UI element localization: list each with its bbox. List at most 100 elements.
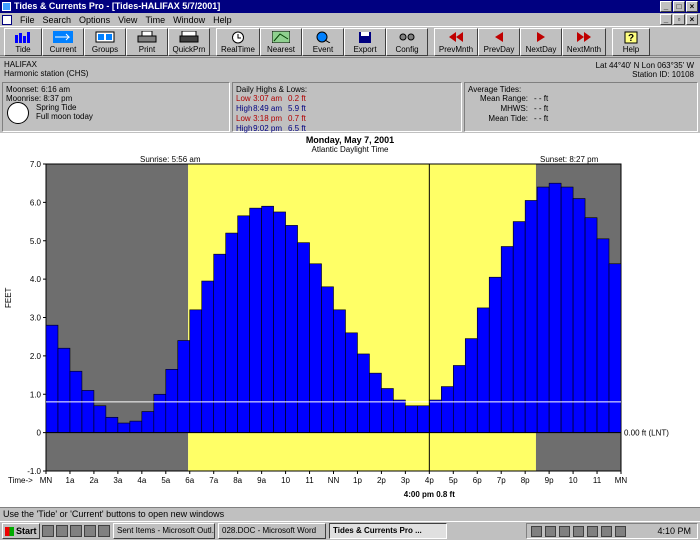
prevmnth-button-label: PrevMnth	[438, 45, 474, 54]
maximize-button[interactable]: □	[673, 1, 685, 12]
mean-range-label: Mean Range:	[479, 94, 528, 103]
moon-phase-text: Full moon today	[36, 112, 93, 121]
tide-button[interactable]: Tide	[4, 28, 42, 56]
tide-bar	[93, 405, 107, 433]
tide-bar	[572, 198, 586, 433]
average-tides-heading: Average Tides:	[468, 85, 522, 94]
y-tick-label: 0	[37, 429, 42, 438]
row-time: 3:18 pm	[253, 114, 282, 123]
tide-bar	[476, 307, 490, 433]
y-tick-label: 5.0	[30, 237, 42, 246]
x-tick-label: MN	[615, 476, 628, 485]
tide-bar	[333, 309, 346, 433]
task-outlook[interactable]: Sent Items - Microsoft Outl...	[113, 523, 215, 539]
config-button[interactable]: Config	[386, 28, 428, 56]
current-reading-label: 4:00 pm 0.8 ft	[404, 490, 455, 499]
tray-icon[interactable]	[601, 525, 612, 537]
row-value: 5.9 ft	[288, 104, 306, 113]
current-button[interactable]: Current	[42, 28, 84, 56]
tray-icon[interactable]	[573, 525, 584, 537]
tide-bar	[153, 393, 167, 433]
close-button[interactable]: ×	[686, 1, 698, 12]
menu-file[interactable]: File	[16, 15, 39, 25]
menu-time[interactable]: Time	[141, 15, 169, 25]
quicklaunch-app-icon[interactable]	[84, 525, 96, 537]
question-icon: ?	[620, 30, 642, 44]
document-window-controls: _ ▫ ×	[660, 14, 698, 25]
x-tick-label: 2a	[89, 476, 98, 485]
quickprn-button[interactable]: QuickPrn	[168, 28, 210, 56]
event-button[interactable]: Event	[302, 28, 344, 56]
windows-logo-icon	[5, 526, 14, 536]
row-time: 3:07 am	[253, 94, 282, 103]
tide-type-text: Spring Tide	[36, 103, 77, 112]
moon-phase-icon	[7, 102, 29, 124]
row-type: Low	[236, 114, 251, 123]
realtime-button[interactable]: RealTime	[216, 28, 260, 56]
tide-bar	[45, 324, 59, 433]
doc-minimize-button[interactable]: _	[660, 14, 672, 25]
document-icon[interactable]	[2, 14, 12, 25]
help-button[interactable]: ? Help	[612, 28, 650, 56]
tide-button-label: Tide	[15, 45, 31, 54]
tray-icon[interactable]	[531, 525, 542, 537]
right-arrow-icon	[530, 30, 552, 44]
tide-bar	[524, 200, 538, 433]
tide-bar	[596, 238, 610, 433]
nextmnth-button[interactable]: NextMnth	[562, 28, 606, 56]
menu-window[interactable]: Window	[169, 15, 209, 25]
tide-icon	[12, 30, 34, 44]
mean-tide-label: Mean Tide:	[488, 114, 528, 123]
tide-bar	[488, 276, 502, 433]
export-button[interactable]: Export	[344, 28, 386, 56]
x-tick-label: 5a	[161, 476, 170, 485]
tray-icon[interactable]	[587, 525, 598, 537]
x-axis-label: Time->	[8, 476, 33, 485]
menu-view[interactable]: View	[114, 15, 141, 25]
help-button-label: Help	[622, 45, 640, 54]
y-tick-label: 1.0	[30, 390, 42, 399]
prevday-button[interactable]: PrevDay	[478, 28, 520, 56]
window-controls: _ □ ×	[660, 1, 698, 12]
mean-range-row: Mean Range: - - ft	[468, 94, 694, 104]
highs-lows-row: Low 3:18 pm 0.7 ft	[236, 114, 458, 124]
quicklaunch-outlook-icon[interactable]	[56, 525, 68, 537]
tray-icon[interactable]	[545, 525, 556, 537]
doc-close-button[interactable]: ×	[686, 14, 698, 25]
y-tick-label: 3.0	[30, 314, 42, 323]
station-latlon: Lat 44°40' N Lon 063°35' W	[595, 61, 694, 70]
prevmnth-button[interactable]: PrevMnth	[434, 28, 478, 56]
prevday-button-label: PrevDay	[483, 45, 515, 54]
tray-icon[interactable]	[615, 525, 626, 537]
nextday-button-label: NextDay	[525, 45, 557, 54]
groups-button[interactable]: Groups	[84, 28, 126, 56]
tide-bar	[309, 263, 322, 433]
nearest-button[interactable]: Nearest	[260, 28, 302, 56]
task-word[interactable]: 028.DOC - Microsoft Word	[218, 523, 326, 539]
tide-bar	[201, 280, 215, 433]
minimize-button[interactable]: _	[660, 1, 672, 12]
nextday-button[interactable]: NextDay	[520, 28, 562, 56]
quicklaunch-ie-icon[interactable]	[42, 525, 54, 537]
x-tick-label: 8a	[233, 476, 242, 485]
tide-bar	[177, 340, 191, 433]
tide-bar	[273, 211, 286, 433]
quicklaunch-tool-icon[interactable]	[98, 525, 110, 537]
menu-options[interactable]: Options	[75, 15, 114, 25]
tide-bar	[297, 242, 310, 433]
tide-bar	[57, 347, 71, 433]
quicklaunch-desktop-icon[interactable]	[70, 525, 82, 537]
menu-help[interactable]: Help	[209, 15, 236, 25]
start-button[interactable]: Start	[2, 523, 40, 539]
task-tides[interactable]: Tides & Currents Pro ...	[329, 523, 447, 539]
tide-bar	[345, 332, 358, 433]
clock[interactable]: 4:10 PM	[657, 526, 691, 536]
tide-bar	[548, 182, 562, 433]
tide-chart[interactable]: Monday, May 7, 2001 Atlantic Daylight Ti…	[0, 133, 700, 507]
doc-restore-button[interactable]: ▫	[673, 14, 685, 25]
app-icon	[2, 2, 11, 11]
menu-search[interactable]: Search	[39, 15, 76, 25]
tray-icon[interactable]	[559, 525, 570, 537]
tide-bar	[213, 253, 226, 433]
print-button[interactable]: Print	[126, 28, 168, 56]
